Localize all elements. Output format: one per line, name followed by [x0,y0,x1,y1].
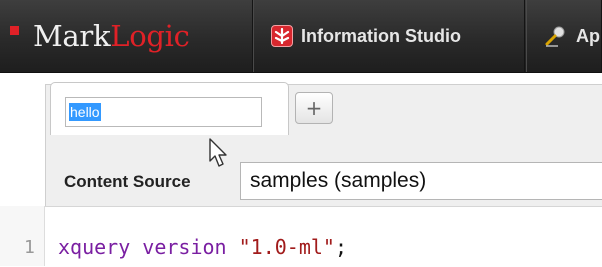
query-tab-name-input[interactable]: hello [65,97,262,127]
mouse-pointer-icon [208,137,230,173]
logo-red-square-icon [10,26,19,35]
logo-text: MarkLogic [33,20,190,52]
content-source-selected-value: samples (samples) [250,169,427,192]
marklogic-logo[interactable]: MarkLogic [0,0,253,72]
nav-tab-label: Information Studio [301,25,461,46]
logo-logic-word: Logic [110,19,190,53]
logo-mark-word: Mark [33,19,111,53]
information-studio-icon [271,25,293,47]
application-builder-icon [544,24,568,48]
nav-tab-information-studio[interactable]: Information Studio [253,0,525,72]
add-query-tab-button[interactable]: + [295,92,333,124]
code-keyword: xquery version [58,235,227,259]
content-source-select[interactable]: samples (samples) [240,162,602,200]
nav-tab-label: Ap [576,25,600,46]
line-number-gutter [0,206,45,266]
line-number: 1 [24,237,35,258]
top-navigation-bar: MarkLogic Information Studio Ap [0,0,602,73]
code-string: "1.0-ml" [238,235,335,259]
nav-tab-application-builder[interactable]: Ap [526,0,602,72]
selected-text: hello [69,103,101,121]
content-source-label: Content Source [64,172,191,191]
code-line[interactable]: xquery version "1.0-ml"; [58,235,347,259]
code-terminator: ; [334,235,347,259]
